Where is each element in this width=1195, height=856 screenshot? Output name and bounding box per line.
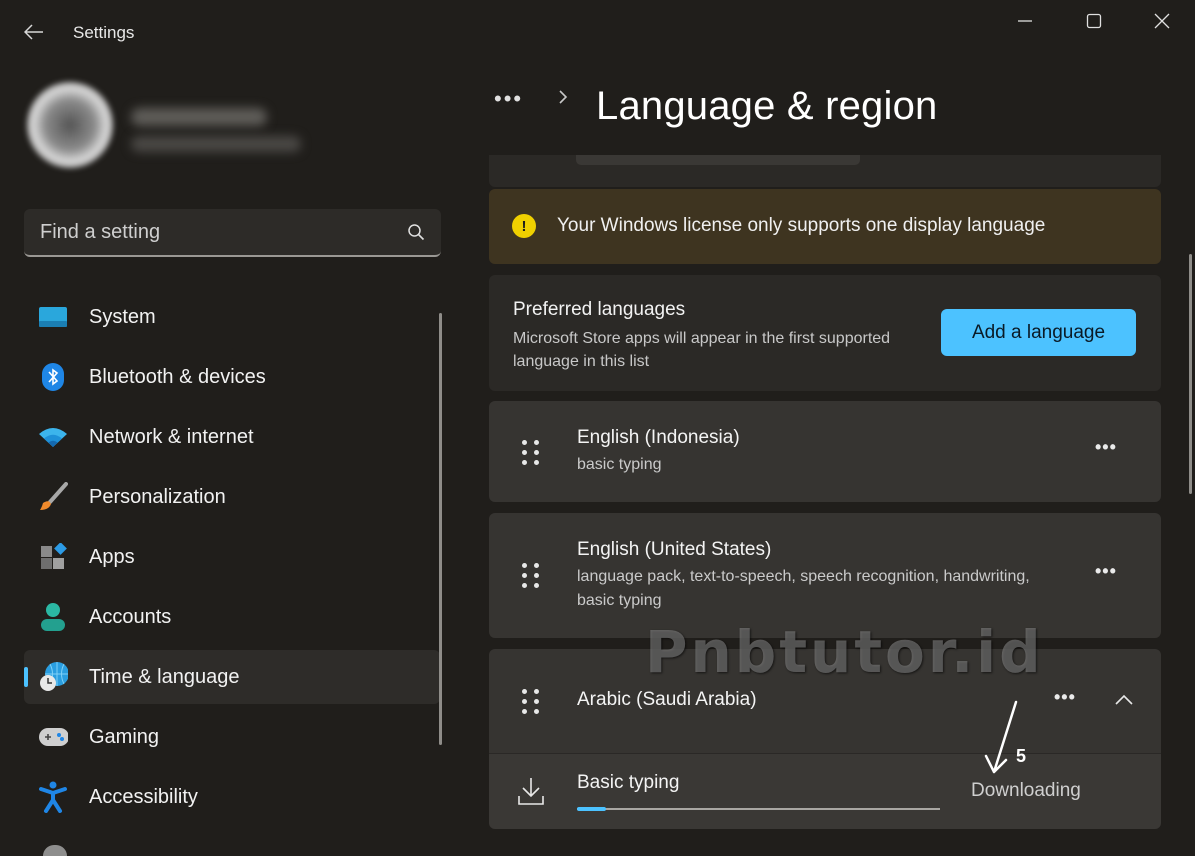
preferred-languages-description: Microsoft Store apps will appear in the … [513, 330, 891, 370]
sidebar-item-accessibility[interactable]: Accessibility [24, 770, 440, 824]
drag-handle-icon[interactable] [522, 440, 542, 465]
download-progress-bar [577, 807, 940, 811]
sidebar-item-label: Network & internet [89, 425, 254, 448]
sidebar-item-personalization[interactable]: Personalization [24, 470, 440, 524]
language-name: Arabic (Saudi Arabia) [577, 689, 757, 710]
chevron-right-icon [558, 89, 572, 110]
profile-name-blurred [131, 108, 267, 126]
back-button[interactable] [20, 18, 48, 46]
bluetooth-icon [38, 362, 68, 392]
sidebar-item-time-language[interactable]: Time & language [24, 650, 440, 704]
license-warning-banner: ! Your Windows license only supports one… [489, 189, 1161, 264]
wifi-icon [38, 422, 68, 452]
drag-handle-icon[interactable] [522, 689, 542, 714]
content-scrollbar[interactable] [1189, 254, 1192, 494]
search-box [24, 209, 441, 257]
maximize-button[interactable] [1071, 4, 1117, 38]
profile-email-blurred [131, 136, 301, 152]
sidebar-item-bluetooth[interactable]: Bluetooth & devices [24, 350, 440, 404]
language-features: language pack, text-to-speech, speech re… [577, 568, 1030, 609]
warning-icon: ! [512, 214, 536, 238]
sidebar-item-apps[interactable]: Apps [24, 530, 440, 584]
page-title: Language & region [596, 84, 938, 128]
display-language-dropdown[interactable] [576, 155, 860, 165]
system-display-icon [38, 302, 68, 332]
more-options-button[interactable]: ••• [1054, 687, 1076, 708]
sidebar-item-label: Gaming [89, 725, 160, 748]
sidebar-item-label: Personalization [89, 485, 226, 508]
sidebar-item-accounts[interactable]: Accounts [24, 590, 440, 644]
minimize-icon [1018, 20, 1032, 22]
back-arrow-icon [24, 24, 43, 40]
globe-clock-icon [38, 662, 68, 692]
sidebar-item-label: Bluetooth & devices [89, 365, 266, 388]
sidebar-item-label: Accounts [89, 605, 172, 628]
active-indicator [24, 667, 28, 687]
annotation-step-number: 5 [1016, 746, 1027, 766]
download-status: Downloading [971, 780, 1081, 801]
breadcrumb-more-button[interactable]: ••• [494, 86, 530, 112]
app-title: Settings [73, 23, 135, 42]
maximize-icon [1086, 13, 1102, 29]
language-features: basic typing [577, 456, 662, 473]
next-sidebar-item-icon [43, 845, 67, 856]
sidebar-item-label: Accessibility [89, 785, 198, 808]
collapse-button[interactable] [1115, 693, 1133, 711]
download-progress-fill [577, 807, 607, 811]
gamepad-icon [38, 722, 68, 752]
sidebar-item-system[interactable]: System [24, 290, 440, 344]
sidebar-item-gaming[interactable]: Gaming [24, 710, 440, 764]
search-icon[interactable] [407, 223, 425, 246]
language-name: English (Indonesia) [577, 427, 740, 448]
close-button[interactable] [1139, 4, 1185, 38]
paintbrush-icon [38, 482, 68, 512]
sidebar-nav: System Bluetooth & devices Network & int… [24, 290, 440, 830]
search-input[interactable] [40, 220, 380, 244]
sidebar-item-label: Apps [89, 545, 135, 568]
language-item-expanded: Arabic (Saudi Arabia) ••• [489, 649, 1161, 753]
accessibility-icon [38, 781, 68, 813]
chevron-up-icon [1115, 694, 1133, 705]
apps-icon [38, 542, 68, 572]
sidebar-item-label: Time & language [89, 665, 240, 688]
sidebar-item-network[interactable]: Network & internet [24, 410, 440, 464]
breadcrumb: ••• [494, 86, 572, 112]
language-item: English (United States) language pack, t… [489, 513, 1161, 638]
display-language-card-partial [489, 155, 1161, 187]
avatar[interactable] [27, 82, 113, 168]
more-options-button[interactable]: ••• [1095, 437, 1117, 458]
preferred-languages-title: Preferred languages [513, 299, 686, 320]
language-name: English (United States) [577, 539, 772, 560]
content-panel: ! Your Windows license only supports one… [489, 155, 1161, 856]
sidebar-item-label: System [89, 305, 156, 328]
download-icon [517, 776, 545, 811]
title-bar: Settings [0, 0, 1195, 60]
add-language-button[interactable]: Add a language [941, 309, 1136, 356]
sidebar-scrollbar[interactable] [439, 313, 442, 745]
more-options-button[interactable]: ••• [1095, 561, 1117, 582]
feature-name: Basic typing [577, 772, 680, 793]
feature-download-row: Basic typing Downloading [489, 753, 1161, 829]
preferred-languages-card: Preferred languages Microsoft Store apps… [489, 275, 1161, 391]
close-icon [1154, 13, 1170, 29]
drag-handle-icon[interactable] [522, 563, 542, 588]
person-icon [38, 602, 68, 632]
language-item: English (Indonesia) basic typing ••• [489, 401, 1161, 502]
minimize-button[interactable] [1002, 4, 1048, 38]
warning-text: Your Windows license only supports one d… [557, 215, 1046, 236]
